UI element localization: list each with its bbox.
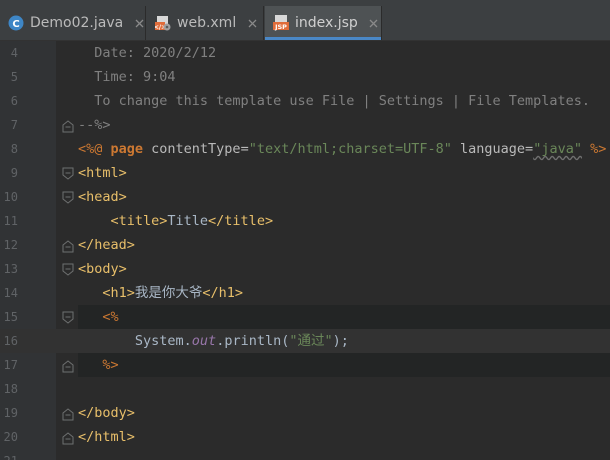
code-line[interactable]: 17 %>	[0, 353, 610, 377]
fold-end-icon[interactable]	[61, 238, 75, 253]
editor-tab-bar: C Demo02.java </> web.xml JSP index.jsp	[0, 0, 610, 41]
line-number: 5	[10, 70, 18, 84]
line-number: 6	[10, 94, 18, 108]
line-number: 12	[3, 238, 18, 252]
tag-close: </h1>	[202, 285, 244, 301]
code-line-current[interactable]: 16 System.out.println("通过");	[0, 329, 610, 353]
line-text: <h1>我是你大爷</h1>	[78, 281, 243, 305]
code-token-field: out	[191, 333, 217, 349]
code-line[interactable]: 19 </body>	[0, 401, 610, 425]
svg-text:JSP: JSP	[274, 23, 287, 31]
fold-start-icon[interactable]	[61, 166, 75, 180]
line-number: 20	[3, 430, 18, 444]
code-line[interactable]: 21	[0, 449, 610, 460]
tag-content: Title	[167, 213, 209, 229]
line-text: Date: 2020/2/12	[78, 45, 217, 61]
code-token-string: "通过"	[289, 333, 333, 349]
fold-start-icon[interactable]	[61, 310, 75, 324]
close-icon[interactable]	[368, 17, 380, 29]
line-number: 18	[3, 382, 18, 396]
code-line[interactable]: 12 </head>	[0, 233, 610, 257]
line-number: 14	[3, 286, 18, 300]
code-line[interactable]: 10 <head>	[0, 185, 610, 209]
attribute-name: language=	[451, 141, 534, 157]
directive-keyword: page	[110, 141, 144, 157]
tab-index-jsp[interactable]: JSP index.jsp	[265, 6, 382, 40]
attribute-value: "java"	[533, 141, 582, 157]
line-number: 15	[3, 310, 18, 324]
code-line[interactable]: 11 <title>Title</title>	[0, 209, 610, 233]
line-text: <%@ page contentType="text/html;charset=…	[78, 137, 606, 161]
line-number: 16	[3, 334, 18, 348]
line-number: 17	[3, 358, 18, 372]
code-line[interactable]: 6 To change this template use File | Set…	[0, 89, 610, 113]
code-line[interactable]: 20 </html>	[0, 425, 610, 449]
line-text: <title>Title</title>	[78, 209, 274, 233]
code-token: .println(	[216, 333, 290, 349]
attribute-value: "text/html;charset=UTF-8"	[248, 141, 452, 157]
tab-demo02-java[interactable]: C Demo02.java	[0, 6, 146, 40]
tab-label: Demo02.java	[30, 15, 124, 31]
line-number: 7	[10, 118, 18, 132]
attribute-name: contentType=	[143, 141, 249, 157]
line-number: 19	[3, 406, 18, 420]
code-line[interactable]: 9 <html>	[0, 161, 610, 185]
tag-close: </title>	[208, 213, 274, 229]
line-number: 10	[3, 190, 18, 204]
tag-open: <title>	[78, 213, 168, 229]
line-text: </body>	[78, 405, 135, 421]
fold-end-icon[interactable]	[61, 358, 75, 373]
jsp-file-icon: JSP	[273, 15, 289, 31]
line-text: <head>	[78, 189, 127, 205]
fold-start-icon[interactable]	[61, 262, 75, 276]
fold-end-icon[interactable]	[61, 430, 75, 445]
line-number: 21	[0, 449, 18, 460]
code-token: );	[332, 333, 349, 349]
java-class-icon: C	[8, 15, 24, 31]
line-text: To change this template use File | Setti…	[78, 93, 591, 109]
jsp-directive-close: %>	[581, 141, 607, 157]
jsp-directive-open: <%@	[78, 141, 111, 157]
code-line[interactable]: 15 <%	[0, 305, 610, 329]
fold-end-icon[interactable]	[61, 406, 75, 421]
tag-open: <h1>	[78, 285, 135, 301]
line-text: <body>	[78, 261, 127, 277]
tab-label: index.jsp	[295, 15, 358, 31]
line-text: <html>	[78, 165, 127, 181]
code-line[interactable]: 14 <h1>我是你大爷</h1>	[0, 281, 610, 305]
code-line[interactable]: 8 <%@ page contentType="text/html;charse…	[0, 137, 610, 161]
line-text: </head>	[78, 237, 135, 253]
line-text: Time: 9:04	[78, 69, 176, 85]
line-number: 13	[3, 262, 18, 276]
line-text: </html>	[78, 429, 135, 445]
tab-web-xml[interactable]: </> web.xml	[147, 6, 264, 40]
close-icon[interactable]	[133, 17, 145, 29]
line-number: 8	[10, 142, 18, 156]
xml-config-icon: </>	[155, 15, 171, 31]
line-number: 4	[10, 46, 18, 60]
line-number: 11	[3, 214, 18, 228]
code-line[interactable]: 18	[0, 377, 610, 401]
code-line[interactable]: 4 Date: 2020/2/12	[0, 41, 610, 65]
line-text: <%	[78, 309, 119, 325]
svg-text:C: C	[12, 19, 19, 30]
fold-end-icon[interactable]	[61, 118, 75, 133]
line-text: --%>	[78, 117, 111, 133]
tag-content: 我是你大爷	[134, 285, 203, 301]
fold-start-icon[interactable]	[61, 190, 75, 204]
line-text: %>	[78, 357, 119, 373]
code-line[interactable]: 7 --%>	[0, 113, 610, 137]
tab-label: web.xml	[177, 15, 237, 31]
close-icon[interactable]	[246, 17, 258, 29]
code-editor[interactable]: 4 Date: 2020/2/12 5 Time: 9:04 6 To chan…	[0, 41, 610, 460]
line-text: System.out.println("通过");	[78, 329, 349, 353]
code-line[interactable]: 13 <body>	[0, 257, 610, 281]
code-line[interactable]: 5 Time: 9:04	[0, 65, 610, 89]
line-number: 9	[10, 166, 18, 180]
ide-window: C Demo02.java </> web.xml JSP index.jsp …	[0, 0, 610, 460]
code-token: System.	[78, 333, 192, 349]
